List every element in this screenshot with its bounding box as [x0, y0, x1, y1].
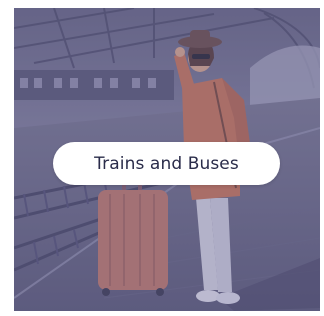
category-label-pill[interactable]: Trains and Buses — [53, 142, 280, 185]
category-card-trains-and-buses[interactable]: Trains and Buses — [14, 8, 320, 311]
category-label: Trains and Buses — [94, 153, 239, 174]
